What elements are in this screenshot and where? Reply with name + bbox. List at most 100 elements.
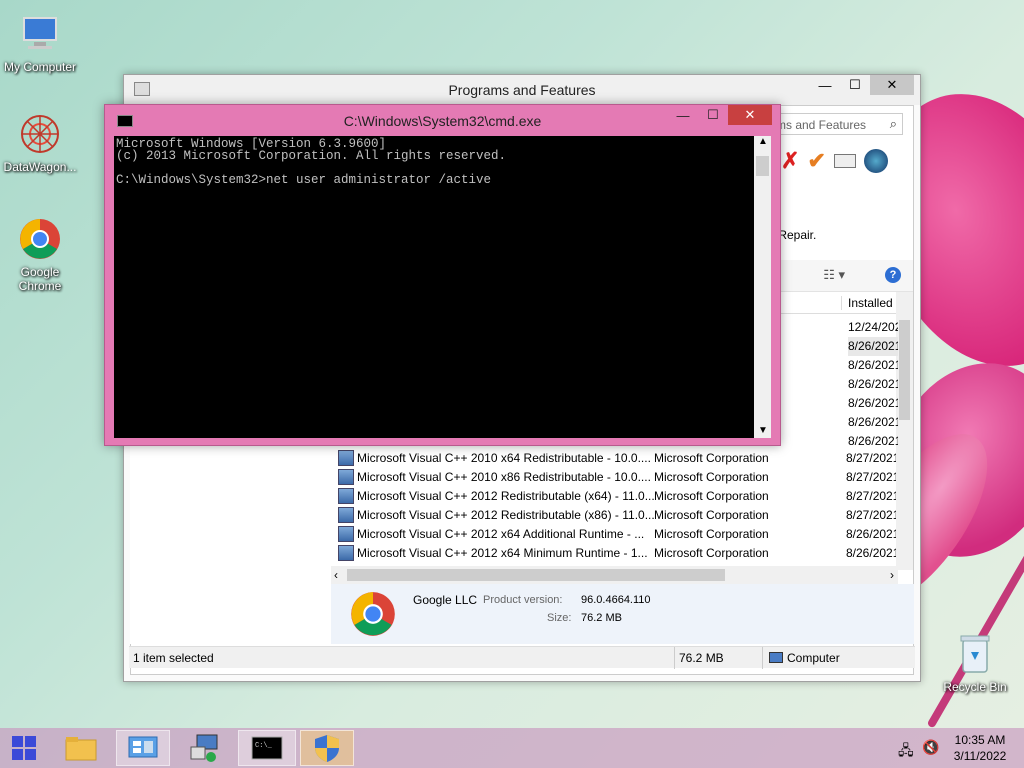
installed-date: 12/24/202 (848, 320, 898, 334)
table-row[interactable]: Microsoft Visual C++ 2012 Redistributabl… (338, 486, 898, 505)
taskbar-file-explorer[interactable] (54, 730, 108, 766)
control-panel-icon (128, 736, 158, 758)
program-name: Microsoft Visual C++ 2012 x64 Additional… (357, 526, 645, 541)
scrollbar-thumb[interactable] (899, 320, 910, 420)
card-icon[interactable] (833, 154, 856, 168)
program-installed-on: 8/27/2021 (846, 507, 896, 522)
list-vertical-scrollbar[interactable] (896, 292, 913, 570)
left-pane (130, 446, 330, 644)
search-input[interactable]: ms and Features ⌕ (771, 113, 903, 135)
status-size: 76.2 MB (679, 651, 724, 665)
console-line: C:\Windows\System32>net user administrat… (116, 173, 492, 187)
windows-logo-icon (12, 736, 36, 760)
datawagon-icon (16, 110, 64, 158)
desktop-icon-label: Google Chrome (18, 265, 62, 293)
program-name: Microsoft Visual C++ 2012 Redistributabl… (357, 488, 654, 503)
cmd-close-button[interactable]: ✕ (728, 105, 772, 125)
cmd-window: C:\Windows\System32\cmd.exe — ☐ ✕ Micros… (104, 104, 781, 446)
program-name: Microsoft Visual C++ 2012 x64 Minimum Ru… (357, 545, 648, 560)
scroll-up-arrow[interactable]: ▲ (758, 136, 768, 147)
installed-date: 8/26/2021 (848, 358, 898, 372)
program-publisher: Microsoft Corporation (654, 526, 769, 541)
scroll-right-arrow[interactable]: › (890, 568, 894, 582)
search-placeholder: ms and Features (776, 118, 867, 132)
taskbar-security-app[interactable] (300, 730, 354, 766)
scrollbar-thumb[interactable] (756, 156, 769, 176)
console-output[interactable]: Microsoft Windows [Version 6.3.9600] (c) … (114, 136, 754, 438)
minimize-button[interactable]: — (810, 75, 840, 95)
start-button[interactable] (0, 730, 48, 766)
taskbar-network-app[interactable] (178, 730, 232, 766)
details-size-label: Size: (547, 612, 572, 624)
installed-date: 8/26/2021 (848, 415, 898, 429)
details-version-label: Product version: (483, 594, 563, 606)
search-icon: ⌕ (889, 116, 897, 131)
clock-date: 3/11/2022 (953, 749, 1007, 763)
folder-icon (65, 737, 97, 761)
installer-icon (338, 468, 354, 485)
status-location: Computer (787, 651, 840, 665)
program-installed-on: 8/27/2021 (846, 488, 896, 503)
installer-icon (338, 506, 354, 523)
installer-icon (338, 487, 354, 504)
network-status-icon[interactable]: 🖧 (898, 740, 914, 764)
installed-date: 8/26/2021 (848, 396, 898, 410)
table-row[interactable]: Microsoft Visual C++ 2010 x64 Redistribu… (338, 448, 898, 467)
table-row[interactable]: Microsoft Visual C++ 2012 Redistributabl… (338, 505, 898, 524)
svg-text:C:\_: C:\_ (255, 742, 273, 750)
details-pane: Google LLC Product version: 96.0.4664.11… (331, 584, 914, 644)
volume-muted-icon[interactable]: 🔇 (922, 739, 939, 756)
program-installed-on: 8/27/2021 (846, 450, 896, 465)
program-name: Microsoft Visual C++ 2010 x64 Redistribu… (357, 450, 651, 465)
cmd-minimize-button[interactable]: — (668, 105, 698, 125)
desktop-icon-datawagon[interactable]: DataWagon... (0, 110, 80, 174)
program-publisher: Microsoft Corporation (654, 545, 769, 560)
program-installed-on: 8/26/2021 (846, 526, 896, 541)
scroll-down-arrow[interactable]: ▼ (758, 425, 768, 436)
program-publisher: Microsoft Corporation (654, 507, 769, 522)
details-version: 96.0.4664.110 (581, 594, 651, 606)
scroll-left-arrow[interactable]: ‹ (334, 568, 338, 582)
taskbar-cmd[interactable]: C:\_ (238, 730, 296, 766)
cmd-maximize-button[interactable]: ☐ (698, 105, 728, 125)
window-title: Programs and Features (448, 82, 596, 98)
taskbar-control-panel[interactable] (116, 730, 170, 766)
program-name: Microsoft Visual C++ 2010 x86 Redistribu… (357, 469, 651, 484)
installer-icon (338, 525, 354, 542)
chrome-icon (349, 590, 397, 641)
desktop-icon-my-computer[interactable]: My Computer (0, 10, 80, 74)
cmd-titlebar[interactable]: C:\Windows\System32\cmd.exe — ☐ ✕ (105, 105, 780, 135)
program-publisher: Microsoft Corporation (654, 469, 769, 484)
close-button[interactable]: ✕ (870, 75, 914, 95)
program-publisher: Microsoft Corporation (654, 488, 769, 503)
program-publisher: Microsoft Corporation (654, 450, 769, 465)
installed-date: 8/26/2021 (848, 337, 898, 356)
console-line: (c) 2013 Microsoft Corporation. All righ… (116, 149, 507, 163)
list-horizontal-scrollbar[interactable]: ‹ › (331, 566, 898, 584)
scrollbar-thumb[interactable] (347, 569, 725, 581)
program-name: Microsoft Visual C++ 2012 Redistributabl… (357, 507, 654, 522)
checkmark-icon[interactable]: ✔ (807, 148, 825, 174)
program-installed-on: 8/27/2021 (846, 469, 896, 484)
chrome-icon (16, 215, 64, 263)
cmd-icon: C:\_ (251, 736, 283, 760)
recycle-bin-icon (951, 630, 999, 678)
table-row[interactable]: Microsoft Visual C++ 2012 x64 Additional… (338, 524, 898, 543)
globe-icon[interactable] (863, 149, 888, 173)
window-titlebar[interactable]: Programs and Features — ☐ ✕ (124, 75, 920, 105)
installed-dates-column: 12/24/202 8/26/2021 8/26/2021 8/26/2021 8/26… (848, 318, 898, 451)
details-size: 76.2 MB (581, 612, 622, 624)
table-row[interactable]: Microsoft Visual C++ 2012 x64 Minimum Ru… (338, 543, 898, 562)
help-icon[interactable]: ? (885, 267, 901, 283)
details-publisher: Google LLC (413, 593, 478, 607)
desktop-icon-recycle-bin[interactable]: Recycle Bin (935, 630, 1015, 694)
table-row[interactable]: Microsoft Visual C++ 2010 x86 Redistribu… (338, 467, 898, 486)
clock[interactable]: 10:35 AM 3/11/2022 (950, 732, 1010, 764)
desktop-icon-google-chrome[interactable]: Google Chrome (0, 215, 80, 293)
view-options-icon[interactable]: ☷ ▾ (823, 267, 845, 283)
maximize-button[interactable]: ☐ (840, 75, 870, 95)
uninstall-x-icon[interactable]: ✗ (781, 148, 799, 174)
cmd-vertical-scrollbar[interactable]: ▲ ▼ (754, 136, 771, 438)
installed-date: 8/26/2021 (848, 377, 898, 391)
network-computer-icon (190, 734, 218, 762)
